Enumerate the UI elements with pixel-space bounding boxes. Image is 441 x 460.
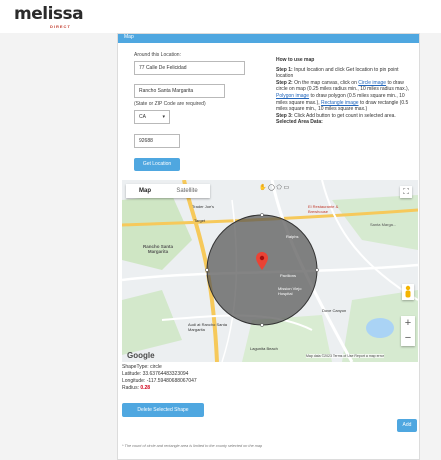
circle-image-link[interactable]: Circle image: [358, 80, 386, 86]
top-bar: melissa DIRECT: [0, 0, 441, 33]
step3-text: Click Add button to get count in selecte…: [294, 112, 396, 119]
map-label-lagunita-beach: Lagunita Beach: [250, 346, 278, 351]
selected-area-heading: Selected Area Data:: [276, 119, 323, 126]
add-button[interactable]: Add: [397, 419, 417, 432]
radius: Radius: 0.28: [122, 385, 150, 391]
rectangle-tool-icon[interactable]: ▭: [283, 185, 289, 191]
step1-label: Step 1:: [276, 66, 293, 73]
radius-label: Radius:: [122, 385, 139, 391]
map-label-rancho-santa-margarita: Rancho Santa Margarita: [142, 244, 173, 254]
map-label-mission-viejo-hospital: Mission Viejo Hospital: [278, 286, 302, 296]
zoom-in-button[interactable]: +: [401, 316, 415, 331]
zoom-out-button[interactable]: −: [401, 331, 415, 346]
google-logo: Google: [127, 351, 155, 360]
map-label-trader-joes: Trader Joe's: [192, 204, 214, 209]
panel-header: Map: [118, 34, 419, 43]
state-value: CA: [139, 114, 146, 120]
pegman-icon[interactable]: [402, 284, 414, 300]
map-type-tabs: Map Satellite: [126, 184, 210, 198]
map-label-target: Target: [194, 218, 206, 223]
map-label-el-restaurante: El Restaurante & Brewhouse: [308, 204, 339, 214]
map-label-audi: Audi at Rancho Santa Margarita: [188, 322, 227, 332]
city-input[interactable]: Rancho Santa Margarita: [134, 84, 225, 98]
polygon-image-link[interactable]: Polygon image: [276, 93, 309, 99]
latitude: Latitude: 33.63764483323094: [122, 371, 189, 377]
rectangle-image-link[interactable]: Rectangle image: [321, 100, 359, 106]
logo-text: melissa: [14, 4, 84, 24]
how-to-instructions: How to use map Step 1: Input location an…: [276, 57, 414, 126]
zip-input[interactable]: 92688: [134, 134, 180, 148]
step2-text: On the map canvas, click on: [294, 79, 357, 86]
map-canvas[interactable]: Trader Joe's Target El Restaurante & Bre…: [122, 180, 418, 362]
shape-type: ShapeType: circle: [122, 364, 162, 370]
circle-tool-icon[interactable]: ◯: [268, 185, 275, 191]
chevron-down-icon: ▾: [162, 114, 165, 120]
step2-label: Step 2:: [276, 79, 293, 86]
tab-map[interactable]: Map: [126, 184, 164, 198]
zoom-controls: + −: [401, 316, 415, 346]
panel-header-title: Map: [124, 34, 134, 40]
step1-text: Input location and click Get location to…: [276, 66, 399, 80]
delete-selected-shape-button[interactable]: Delete Selected Shape: [122, 403, 204, 417]
map-label-ralphs: Ralphs: [286, 234, 299, 239]
radius-value: 0.28: [140, 385, 151, 391]
around-location-label: Around this Location:: [134, 52, 181, 58]
get-location-button[interactable]: Get Location: [134, 158, 180, 171]
map-attribution[interactable]: Map data ©2023 Terms of Use Report a map…: [306, 354, 384, 358]
map-label-dove-canyon: Dove Canyon: [322, 308, 347, 313]
footnote: * The count of circle and rectangle area…: [122, 444, 263, 448]
location-pin-icon[interactable]: [256, 252, 268, 270]
step3-label: Step 3:: [276, 112, 293, 119]
map-label-santa-marga: Santa Marga...: [370, 222, 397, 227]
map-label-pavilions: Pavilions: [280, 273, 297, 278]
address-input[interactable]: 77 Calle De Felicidad: [134, 61, 245, 75]
fullscreen-icon[interactable]: ⛶: [400, 186, 412, 198]
tab-satellite[interactable]: Satellite: [164, 184, 210, 198]
state-zip-note: (State or ZIP Code are required): [134, 101, 206, 107]
map-background: [122, 180, 418, 362]
state-select[interactable]: CA ▾: [134, 110, 170, 124]
longitude: Longitude: -117.59480688067047: [122, 378, 197, 384]
how-to-title: How to use map: [276, 57, 315, 63]
polygon-tool-icon[interactable]: ⬠: [277, 185, 282, 191]
logo-subtext: DIRECT: [50, 24, 71, 29]
hand-icon[interactable]: ✋: [259, 185, 266, 191]
melissa-logo[interactable]: melissa DIRECT: [14, 4, 84, 30]
drawing-tools: ✋ ◯ ⬠ ▭: [259, 184, 289, 194]
map-panel: Map Around this Location: 77 Calle De Fe…: [117, 33, 420, 460]
